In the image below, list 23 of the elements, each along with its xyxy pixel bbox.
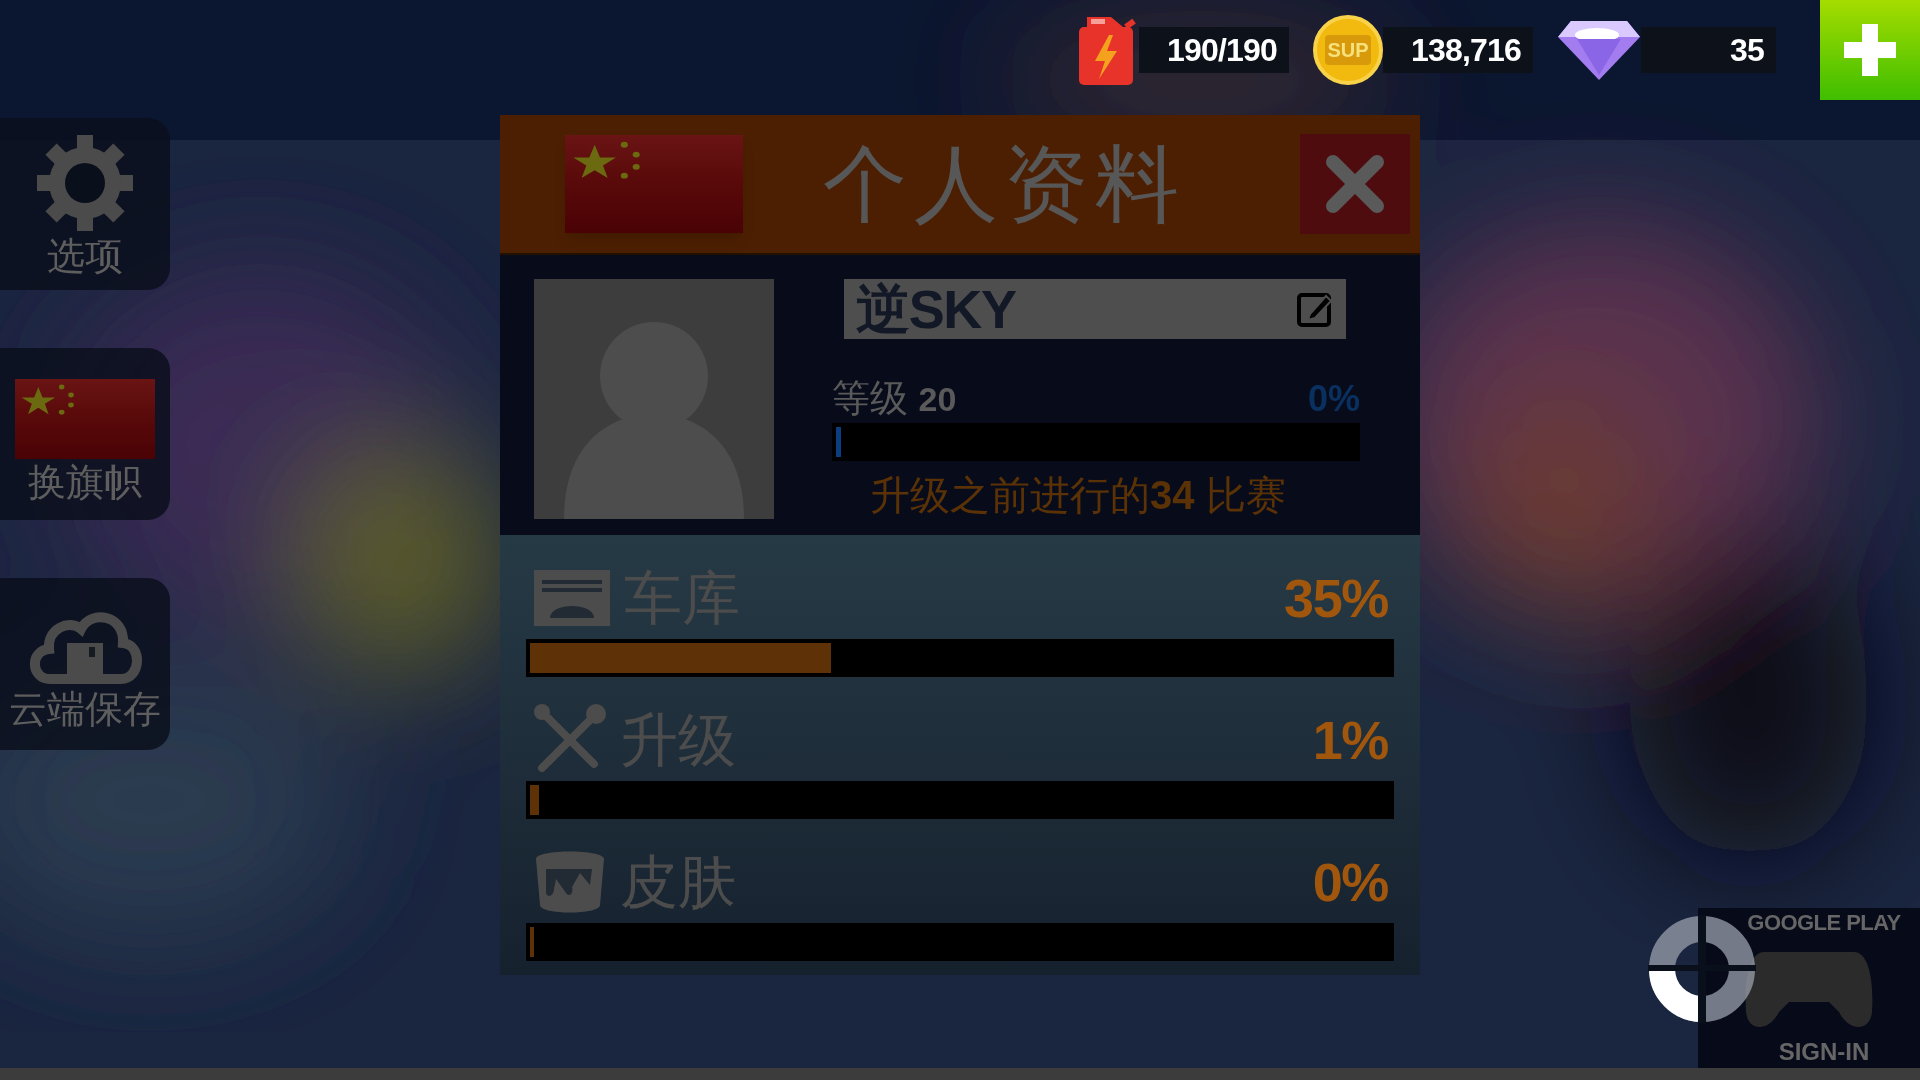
resource-counter: 190/190: [1139, 27, 1289, 73]
resource-counter: 35: [1641, 27, 1776, 73]
resource-counter: 138,716: [1383, 27, 1533, 73]
rank-label: 等级 20: [832, 379, 957, 417]
close-icon: [1323, 152, 1387, 216]
sidebar-button[interactable]: 云端保存: [0, 578, 170, 750]
flag-icon: [15, 379, 155, 459]
stat-percent: 1%: [1312, 713, 1388, 767]
close-button[interactable]: [1300, 134, 1410, 234]
avatar-silhouette-icon: [534, 279, 774, 519]
races-note: 升级之前进行的34 比赛: [870, 475, 1286, 515]
sidebar-button[interactable]: 选项: [0, 118, 170, 290]
add-button[interactable]: [1820, 0, 1920, 100]
flag-picture-icon: [565, 135, 743, 233]
edit-icon: [1296, 290, 1334, 328]
stat-percent: 0%: [1312, 855, 1388, 909]
diamond-icon: [1557, 19, 1641, 81]
stat-percent: 35%: [1283, 571, 1388, 625]
name-field[interactable]: 逆SKY: [844, 279, 1346, 339]
panel-title: 个人资料: [823, 142, 1186, 226]
rank-percent: 0%: [1307, 381, 1360, 417]
garage-icon: [532, 568, 612, 628]
sidebar-button[interactable]: 换旗帜: [0, 348, 170, 520]
